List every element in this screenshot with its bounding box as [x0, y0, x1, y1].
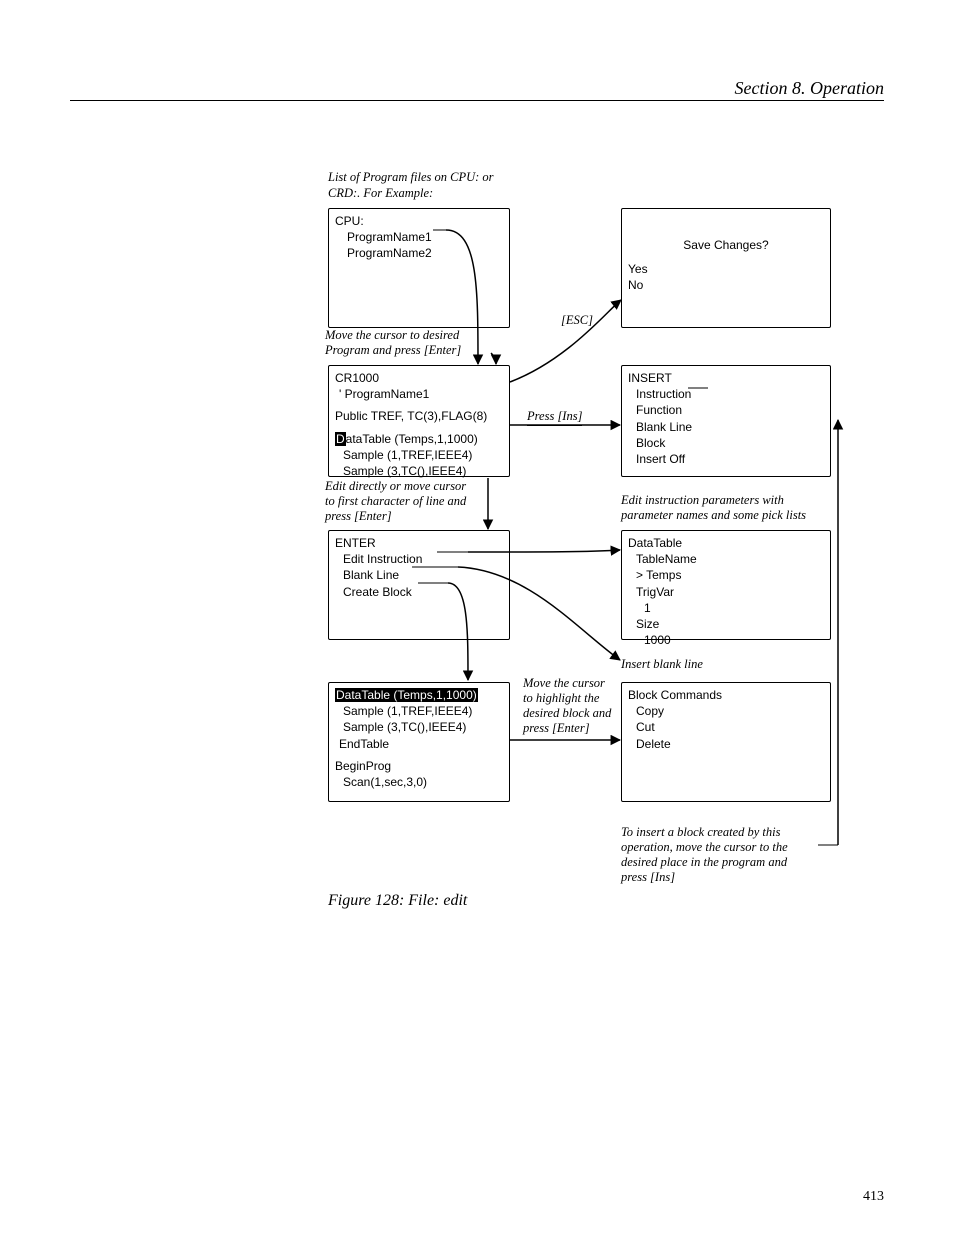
boxD-l3: Sample (3,TC(),IEEE4) [335, 719, 503, 735]
nH4: press [Ins] [621, 870, 675, 884]
note-insert-blank: Insert blank line [621, 657, 703, 672]
boxC-l1: ENTER [335, 535, 503, 551]
boxB-l2: ' ProgramName1 [335, 386, 503, 402]
boxF-l4: Blank Line [628, 419, 824, 435]
lb4: press [Enter] [523, 721, 590, 735]
box-block-select: DataTable (Temps,1,1000) Sample (1,TREF,… [328, 682, 510, 802]
boxB-l3: Public TREF, TC(3),FLAG(8) [335, 408, 503, 424]
box-enter-menu: ENTER Edit Instruction Blank Line Create… [328, 530, 510, 640]
boxE-l3: No [628, 277, 824, 293]
caption-top: List of Program files on CPU: or CRD:. F… [328, 170, 494, 201]
boxB-l4: DataTable (Temps,1,1000) [335, 431, 503, 447]
nA2: Program and press [Enter] [325, 343, 461, 357]
boxB-l6: Sample (3,TC(),IEEE4) [335, 463, 503, 479]
section-header: Section 8. Operation [735, 78, 884, 99]
page: Section 8. Operation List of Program fil… [0, 0, 954, 1235]
note-move-cursor: Move the cursor to desired Program and p… [325, 328, 495, 358]
boxB-l5: Sample (1,TREF,IEEE4) [335, 447, 503, 463]
lb1: Move the cursor [523, 676, 605, 690]
nH2: operation, move the cursor to the [621, 840, 788, 854]
boxF-l1: INSERT [628, 370, 824, 386]
label-press-ins: Press [Ins] [527, 409, 582, 426]
boxD-l4: EndTable [335, 736, 503, 752]
boxA-l1: CPU: [335, 213, 503, 229]
box-editor: CR1000 ' ProgramName1 Public TREF, TC(3)… [328, 365, 510, 477]
note-edit-params: Edit instruction parameters with paramet… [621, 493, 851, 523]
note-edit-directly: Edit directly or move cursor to first ch… [325, 479, 505, 524]
boxH-l4: Delete [628, 736, 824, 752]
nF1: Edit instruction parameters with [621, 493, 784, 507]
box-datatable-params: DataTable TableName > Temps TrigVar 1 Si… [621, 530, 831, 640]
boxG-l4: TrigVar [628, 584, 824, 600]
box-insert-menu: INSERT Instruction Function Blank Line B… [621, 365, 831, 477]
boxF-l6: Insert Off [628, 451, 824, 467]
boxF-l3: Function [628, 402, 824, 418]
boxC-l3: Blank Line [335, 567, 503, 583]
boxD-l2: Sample (1,TREF,IEEE4) [335, 703, 503, 719]
lb2: to highlight the [523, 691, 599, 705]
nH1: To insert a block created by this [621, 825, 780, 839]
header-rule [70, 100, 884, 101]
box-program-list: CPU: ProgramName1 ProgramName2 [328, 208, 510, 328]
nB1: Edit directly or move cursor [325, 479, 466, 493]
nF2: parameter names and some pick lists [621, 508, 806, 522]
figure-caption: Figure 128: File: edit [328, 892, 467, 910]
boxD-l1: DataTable (Temps,1,1000) [335, 687, 503, 703]
caption-top-line2: CRD:. For Example: [328, 186, 433, 200]
diagram: List of Program files on CPU: or CRD:. F… [328, 170, 848, 890]
boxG-l1: DataTable [628, 535, 824, 551]
box-block-commands: Block Commands Copy Cut Delete [621, 682, 831, 802]
boxD-l5: BeginProg [335, 758, 503, 774]
boxD-l6: Scan(1,sec,3,0) [335, 774, 503, 790]
boxG-l6: Size [628, 616, 824, 632]
caption-top-line1: List of Program files on CPU: or [328, 170, 494, 184]
page-number: 413 [863, 1189, 884, 1205]
nB3: press [Enter] [325, 509, 392, 523]
boxF-l5: Block [628, 435, 824, 451]
boxA-l2: ProgramName1 [335, 229, 503, 245]
boxA-l3: ProgramName2 [335, 245, 503, 261]
nA1: Move the cursor to desired [325, 328, 459, 342]
label-esc: [ESC] [561, 313, 593, 328]
boxG-l7: 1000 [628, 632, 824, 648]
lb3: desired block and [523, 706, 611, 720]
boxG-l5: 1 [628, 600, 824, 616]
boxG-l2: TableName [628, 551, 824, 567]
nH3: desired place in the program and [621, 855, 787, 869]
boxB-l4b: ataTable (Temps,1,1000) [346, 432, 478, 446]
boxC-l2: Edit Instruction [335, 551, 503, 567]
boxH-l2: Copy [628, 703, 824, 719]
boxB-l4-hl: D [335, 432, 346, 446]
nB2: to first character of line and [325, 494, 466, 508]
boxH-l3: Cut [628, 719, 824, 735]
boxG-l3: > Temps [628, 567, 824, 583]
boxB-l1: CR1000 [335, 370, 503, 386]
boxC-l4: Create Block [335, 584, 503, 600]
boxH-l1: Block Commands [628, 687, 824, 703]
boxE-l1: Save Changes? [628, 237, 824, 253]
label-highlight-block: Move the cursor to highlight the desired… [523, 676, 623, 736]
boxF-l2: Instruction [628, 386, 824, 402]
boxE-l2: Yes [628, 261, 824, 277]
note-insert-block: To insert a block created by this operat… [621, 825, 831, 885]
box-save-changes: Save Changes? Yes No [621, 208, 831, 328]
boxD-l1-hl: DataTable (Temps,1,1000) [335, 688, 478, 702]
